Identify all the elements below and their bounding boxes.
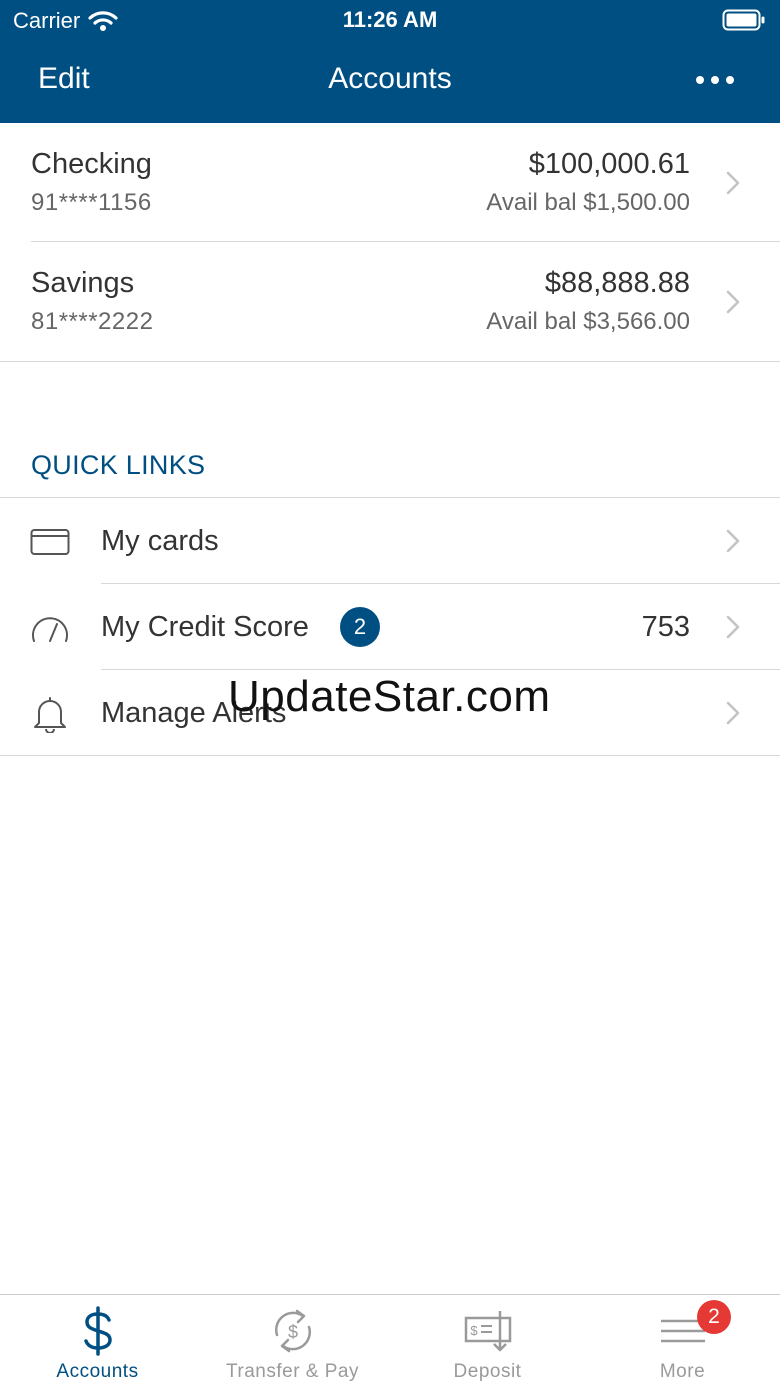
chevron-right-icon xyxy=(726,615,740,639)
notification-badge: 2 xyxy=(340,607,380,647)
credit-score-value: 753 xyxy=(641,611,690,643)
tab-transfer-pay[interactable]: $ Transfer & Pay xyxy=(195,1295,390,1387)
more-options-icon[interactable] xyxy=(696,76,734,84)
account-available-balance: Avail bal $1,500.00 xyxy=(486,189,690,216)
tab-bar: Accounts $ Transfer & Pay $ Deposit More xyxy=(0,1294,780,1387)
tab-label: Accounts xyxy=(56,1361,139,1382)
tab-label: Deposit xyxy=(453,1361,522,1382)
quick-links-header: QUICK LINKS xyxy=(31,450,206,480)
battery-icon xyxy=(722,9,765,31)
tab-more[interactable]: More xyxy=(585,1295,780,1387)
more-notification-badge: 2 xyxy=(697,1300,731,1334)
tab-accounts[interactable]: Accounts xyxy=(0,1295,195,1387)
page-title: Accounts xyxy=(328,62,452,95)
tab-label: Transfer & Pay xyxy=(225,1361,359,1382)
status-time: 11:26 AM xyxy=(342,7,438,32)
deposit-icon: $ xyxy=(464,1311,511,1352)
gauge-icon xyxy=(32,617,68,642)
chevron-right-icon xyxy=(726,290,740,314)
account-name: Savings xyxy=(31,267,135,299)
quick-link-label: My cards xyxy=(101,525,219,557)
status-bar: Carrier 11:26 AM xyxy=(0,0,780,40)
watermark-text: UpdateStar.com xyxy=(228,672,551,721)
transfer-icon: $ xyxy=(274,1309,311,1353)
quick-link-credit-score[interactable]: My Credit Score 2 753 xyxy=(0,584,780,670)
account-name: Checking xyxy=(31,148,152,180)
chevron-right-icon xyxy=(726,701,740,725)
account-row-savings[interactable]: Savings 81****2222 $88,888.88 Avail bal … xyxy=(0,242,780,362)
account-available-balance: Avail bal $3,566.00 xyxy=(486,308,690,335)
account-number: 91****1156 xyxy=(31,189,152,216)
dollar-icon xyxy=(83,1306,112,1356)
account-number: 81****2222 xyxy=(31,308,154,335)
nav-bar: Edit Accounts xyxy=(0,40,780,123)
chevron-right-icon xyxy=(726,171,740,195)
account-balance: $88,888.88 xyxy=(544,267,690,299)
svg-text:$: $ xyxy=(287,1322,297,1342)
account-row-checking[interactable]: Checking 91****1156 $100,000.61 Avail ba… xyxy=(0,123,780,243)
chevron-right-icon xyxy=(726,529,740,553)
quick-link-my-cards[interactable]: My cards xyxy=(0,498,780,584)
svg-text:$: $ xyxy=(470,1323,478,1338)
bell-icon xyxy=(34,697,66,733)
account-balance: $100,000.61 xyxy=(528,148,690,180)
tab-deposit[interactable]: $ Deposit xyxy=(390,1295,585,1387)
card-icon xyxy=(30,529,70,555)
section-divider xyxy=(0,755,780,756)
section-divider xyxy=(0,361,780,362)
quick-link-label: My Credit Score xyxy=(101,611,309,643)
tab-label: More xyxy=(659,1361,706,1382)
